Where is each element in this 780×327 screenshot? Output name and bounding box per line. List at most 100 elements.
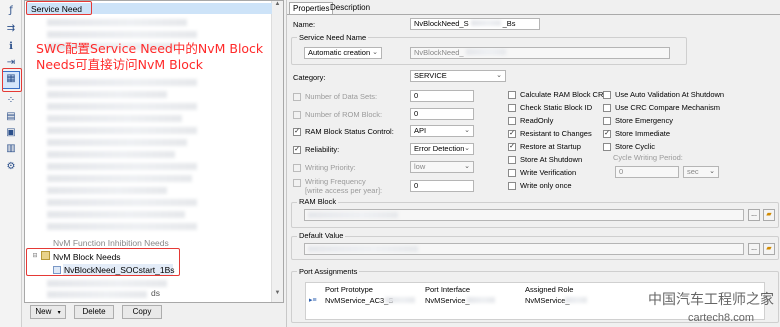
delete-button[interactable]: Delete [74,305,114,319]
col1-label-0: Calculate RAM Block CRC [520,90,609,99]
nvm-block-needs-highlight-box [26,248,180,276]
ram-block-status-control-select[interactable]: API ⌄ [410,125,474,137]
port-row-interface[interactable]: NvMService_ [425,296,470,305]
port-row-role[interactable]: NvMService_ [525,296,570,305]
port-table-header-role[interactable]: Assigned Role [525,285,573,294]
col1-checkbox-0[interactable] [508,91,516,99]
data-type-icon[interactable]: ▤ [3,110,19,124]
cycle-writing-period-unit-select[interactable]: sec ⌄ [683,166,719,178]
tree-item-blurred [47,291,147,298]
port-row-blurred [565,297,587,303]
col1-checkbox-6[interactable] [508,169,516,177]
tab-description[interactable]: Description [327,2,373,14]
category-value: SERVICE [414,71,447,80]
col2-label-1: Use CRC Compare Mechanism [615,103,721,112]
tree-item-blurred [47,280,167,287]
name-label: Name: [293,20,316,29]
service-need-name-blurred [465,49,506,55]
writing-frequency-checkbox[interactable] [293,179,301,187]
col2-checkbox-0[interactable] [603,91,611,99]
annotation-text: SWC配置Service Need中的NvM Block Needs可直接访问N… [36,41,264,72]
port-icon: ▸≡ [309,297,317,304]
tree-item-partial-2: ds [151,288,160,298]
col1-checkbox-3[interactable]: ✓ [508,130,516,138]
port-row-prototype[interactable]: NvMService_AC3_S [325,296,393,305]
ram-block-field[interactable] [304,209,744,221]
cycle-writing-period-field[interactable]: 0 [615,166,679,178]
settings-icon[interactable]: ⚙ [3,160,19,174]
col2-label-2: Store Emergency [615,116,673,125]
col2-checkbox-4[interactable] [603,143,611,151]
interface-icon[interactable]: ℹ [3,40,19,54]
memory-icon[interactable]: ▣ [3,126,19,140]
mapping-icon[interactable]: ▥ [3,142,19,156]
writing-priority-checkbox[interactable] [293,164,301,172]
ram-block-folder-icon[interactable]: ▰ [763,209,775,221]
tree-item-blurred [47,139,187,146]
service-need-name-value: NvBlockNeed_ [414,48,464,57]
tree-item-blurred [47,103,197,110]
service-need-highlight-box [26,1,92,15]
tree-item-partial[interactable]: NvM Function Inhibition Needs [53,238,169,248]
ram-block-title: RAM Block [297,197,339,206]
category-label: Category: [293,73,326,82]
col2-label-3: Store Immediate [615,129,671,138]
writing-priority-label: Writing Priority: [305,163,356,172]
col2-checkbox-2[interactable] [603,117,611,125]
swc-icon[interactable]: ⇉ [3,22,19,36]
scroll-down-icon[interactable]: ▼ [273,290,282,300]
cycle-writing-period-label: Cycle Writing Period: [613,153,683,162]
port-table-header-interface[interactable]: Port Interface [425,285,470,294]
col2-label-4: Store Cyclic [615,142,656,151]
ram-block-browse-button[interactable]: ... [748,209,760,221]
service-need-name-field[interactable]: NvBlockNeed_ [410,47,670,59]
copy-button[interactable]: Copy [122,305,162,319]
number-of-rom-block-checkbox[interactable] [293,111,301,119]
tree-item-blurred [47,187,167,194]
runnable-icon[interactable]: ⁘ [3,94,19,108]
new-button-label: New [35,307,52,316]
reliability-select[interactable]: Error Detection ⌄ [410,143,474,155]
reliability-checkbox[interactable]: ✓ [293,146,301,154]
function-icon[interactable]: ƒ [3,4,19,18]
col1-label-4: Restore at Startup [520,142,581,151]
service-need-name-mode-select[interactable]: Automatic creation ⌄ [304,47,382,59]
watermark-text: 中国汽车工程师之家 [648,292,774,308]
tree-item-blurred [47,199,197,206]
scroll-up-icon[interactable]: ▲ [273,1,282,11]
writing-frequency-field[interactable]: 0 [410,180,474,192]
col1-label-7: Write only once [520,181,572,190]
tree-item-blurred [47,151,175,158]
tree-item-blurred [47,211,185,218]
new-button[interactable]: New ▾ [30,305,66,319]
name-field[interactable]: NvBlockNeed_S _Bs [410,18,540,30]
col1-checkbox-2[interactable] [508,117,516,125]
tree-item-blurred [47,79,197,86]
col2-checkbox-1[interactable] [603,104,611,112]
number-of-data-sets-field[interactable]: 0 [410,90,474,102]
chevron-down-icon: ⌄ [464,127,470,134]
col1-checkbox-5[interactable] [508,156,516,164]
col1-checkbox-1[interactable] [508,104,516,112]
col1-label-2: ReadOnly [520,116,554,125]
tree-item-blurred [47,19,187,26]
col1-label-6: Write Verification [520,168,577,177]
tree-item-blurred [47,223,197,230]
tree-item-blurred [47,115,182,122]
col1-checkbox-7[interactable] [508,182,516,190]
number-of-rom-block-field[interactable]: 0 [410,108,474,120]
port-table-header-prototype[interactable]: Port Prototype [325,285,373,294]
default-value-folder-icon[interactable]: ▰ [763,243,775,255]
chevron-down-icon: ⌄ [464,163,470,170]
ram-block-status-control-checkbox[interactable]: ✓ [293,128,301,136]
default-value-browse-button[interactable]: ... [748,243,760,255]
number-of-data-sets-checkbox[interactable] [293,93,301,101]
port-row-blurred [467,297,495,303]
col2-checkbox-3[interactable]: ✓ [603,130,611,138]
reliability-label: Reliability: [305,145,340,154]
writing-priority-select[interactable]: low ⌄ [410,161,474,173]
col1-checkbox-4[interactable]: ✓ [508,143,516,151]
category-select[interactable]: SERVICE ⌄ [410,70,506,82]
default-value-field[interactable] [304,243,744,255]
col1-label-5: Store At Shutdown [520,155,583,164]
